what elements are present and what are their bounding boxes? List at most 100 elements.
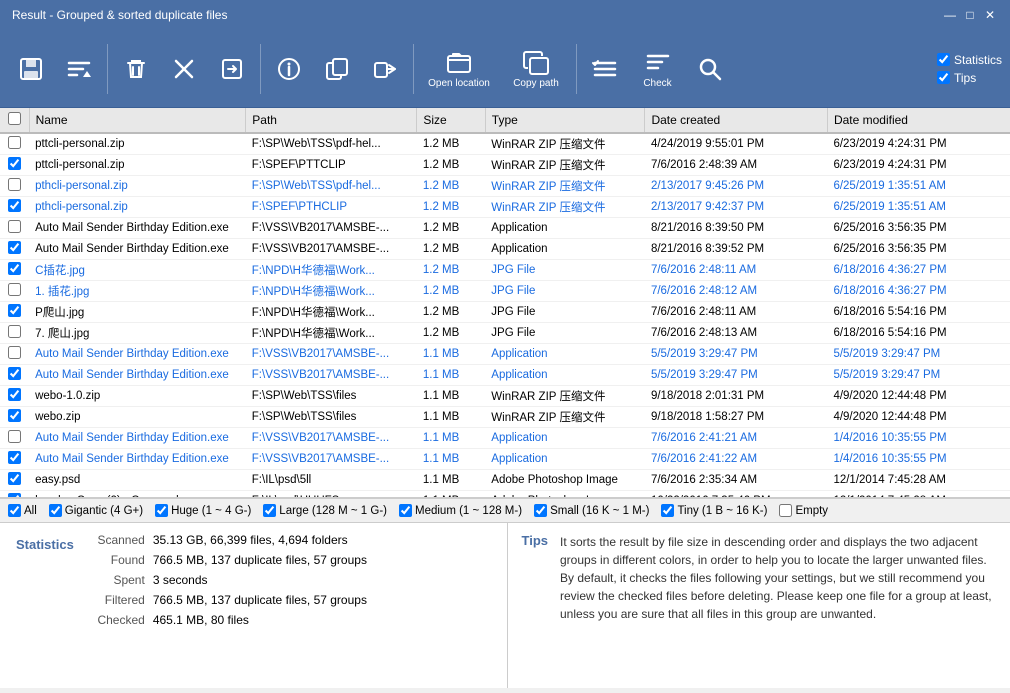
row-check-cell[interactable] (0, 491, 29, 499)
delete-button[interactable] (113, 39, 159, 99)
row-checkbox[interactable] (8, 388, 21, 401)
header-path: Path (246, 108, 417, 133)
row-check-cell[interactable] (0, 386, 29, 407)
filter-small-checkbox[interactable] (534, 504, 547, 517)
row-check-cell[interactable] (0, 449, 29, 470)
row-created: 8/21/2016 8:39:50 PM (645, 218, 827, 239)
row-checkbox[interactable] (8, 199, 21, 212)
row-type: WinRAR ZIP 压缩文件 (485, 155, 645, 176)
row-checkbox[interactable] (8, 451, 21, 464)
row-name: handy - Copy (2) - Copy.psd (29, 491, 246, 499)
filter-gigantic[interactable]: Gigantic (4 G+) (49, 504, 143, 517)
row-checkbox[interactable] (8, 262, 21, 275)
row-checkbox[interactable] (8, 430, 21, 443)
row-check-cell[interactable] (0, 365, 29, 386)
filter-empty[interactable]: Empty (779, 504, 828, 517)
filter-huge-checkbox[interactable] (155, 504, 168, 517)
minimize-button[interactable]: — (942, 7, 958, 23)
save-button[interactable] (8, 39, 54, 99)
check-button[interactable]: Check (630, 39, 685, 99)
filter-huge[interactable]: Huge (1 ~ 4 G-) (155, 504, 251, 517)
close-button[interactable]: ✕ (982, 7, 998, 23)
select-all-checkbox[interactable] (8, 112, 21, 125)
row-created: 4/24/2019 9:55:01 PM (645, 133, 827, 155)
row-checkbox[interactable] (8, 283, 21, 296)
sort-button[interactable] (56, 39, 102, 99)
copy-path-button[interactable]: Copy path (501, 39, 571, 99)
remove-button[interactable] (161, 39, 207, 99)
row-modified: 4/9/2020 12:44:48 PM (827, 407, 1010, 428)
toolbar: Open location Copy path Check Statistics… (0, 30, 1010, 108)
statistics-checkbox-input[interactable] (937, 53, 950, 66)
row-modified: 1/4/2016 10:35:55 PM (827, 428, 1010, 449)
row-check-cell[interactable] (0, 344, 29, 365)
filter-all-checkbox[interactable] (8, 504, 21, 517)
row-modified: 12/1/2014 7:45:28 AM (827, 491, 1010, 499)
tips-checkbox-input[interactable] (937, 71, 950, 84)
filter-medium-checkbox[interactable] (399, 504, 412, 517)
row-checkbox[interactable] (8, 346, 21, 359)
row-check-cell[interactable] (0, 323, 29, 344)
row-name: pthcli-personal.zip (29, 197, 246, 218)
copy-loop-button[interactable] (314, 39, 360, 99)
row-check-cell[interactable] (0, 239, 29, 260)
row-checkbox[interactable] (8, 367, 21, 380)
filter-large[interactable]: Large (128 M ~ 1 G-) (263, 504, 387, 517)
row-check-cell[interactable] (0, 218, 29, 239)
info-button[interactable] (266, 39, 312, 99)
row-check-cell[interactable] (0, 260, 29, 281)
row-checkbox[interactable] (8, 157, 21, 170)
row-checkbox[interactable] (8, 409, 21, 422)
row-created: 8/21/2016 8:39:52 PM (645, 239, 827, 260)
row-check-cell[interactable] (0, 176, 29, 197)
statistics-checkbox[interactable]: Statistics (937, 53, 1002, 67)
row-check-cell[interactable] (0, 407, 29, 428)
filter-gigantic-checkbox[interactable] (49, 504, 62, 517)
row-checkbox[interactable] (8, 304, 21, 317)
row-check-cell[interactable] (0, 197, 29, 218)
row-check-cell[interactable] (0, 281, 29, 302)
copy-path-label: Copy path (513, 78, 559, 89)
row-type: Application (485, 239, 645, 260)
tips-checkbox[interactable]: Tips (937, 71, 1002, 85)
row-check-cell[interactable] (0, 133, 29, 155)
row-checkbox[interactable] (8, 220, 21, 233)
row-checkbox[interactable] (8, 241, 21, 254)
filter-all[interactable]: All (8, 504, 37, 517)
open-location-button[interactable]: Open location (419, 39, 499, 99)
filter-tiny-checkbox[interactable] (661, 504, 674, 517)
row-checkbox[interactable] (8, 472, 21, 485)
filter-medium[interactable]: Medium (1 ~ 128 M-) (399, 504, 522, 517)
header-modified: Date modified (827, 108, 1010, 133)
header-check[interactable] (0, 108, 29, 133)
filter-small[interactable]: Small (16 K ~ 1 M-) (534, 504, 649, 517)
filter-empty-checkbox[interactable] (779, 504, 792, 517)
row-check-cell[interactable] (0, 428, 29, 449)
export-button[interactable] (209, 39, 255, 99)
bottom-panel: Statistics Scanned35.13 GB, 66,399 files… (0, 523, 1010, 688)
row-name: pttcli-personal.zip (29, 155, 246, 176)
filter-large-checkbox[interactable] (263, 504, 276, 517)
row-modified: 1/4/2016 10:35:55 PM (827, 449, 1010, 470)
row-created: 7/6/2016 2:41:22 AM (645, 449, 827, 470)
row-checkbox[interactable] (8, 325, 21, 338)
row-check-cell[interactable] (0, 470, 29, 491)
row-check-cell[interactable] (0, 302, 29, 323)
row-check-cell[interactable] (0, 155, 29, 176)
row-path: F:\IL\psd\5ll (246, 470, 417, 491)
search-button[interactable] (687, 39, 733, 99)
row-modified: 6/18/2016 4:36:27 PM (827, 281, 1010, 302)
maximize-button[interactable]: □ (962, 7, 978, 23)
row-modified: 6/18/2016 5:54:16 PM (827, 302, 1010, 323)
row-checkbox[interactable] (8, 178, 21, 191)
stats-key: Filtered (90, 593, 145, 607)
check-list-button[interactable] (582, 39, 628, 99)
row-size: 1.1 MB (417, 386, 485, 407)
row-path: F:\SP\Web\TSS\files (246, 407, 417, 428)
table-row: P爬山.jpg F:\NPD\H华德福\Work... 1.2 MB JPG F… (0, 302, 1010, 323)
file-table-container: Name Path Size Type Date created Date mo… (0, 108, 1010, 498)
move-button[interactable] (362, 39, 408, 99)
filter-tiny[interactable]: Tiny (1 B ~ 16 K-) (661, 504, 767, 517)
row-checkbox[interactable] (8, 136, 21, 149)
row-name: pthcli-personal.zip (29, 176, 246, 197)
